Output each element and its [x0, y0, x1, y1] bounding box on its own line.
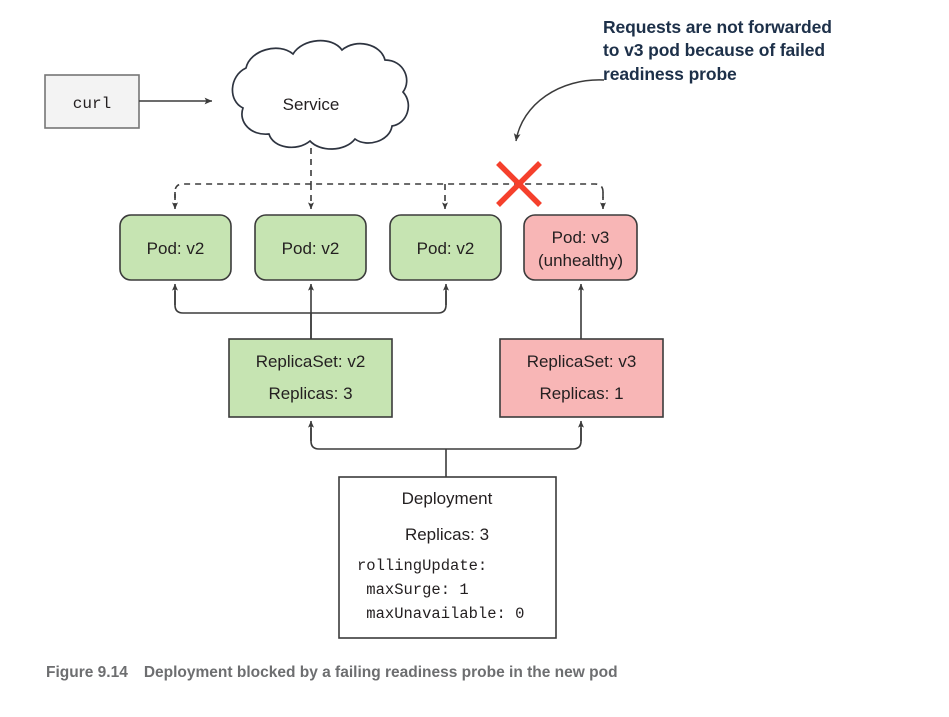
deployment-node: Deployment Replicas: 3 rollingUpdate: ma… [338, 476, 557, 639]
pod-label-3: Pod: v2 [417, 239, 475, 258]
pod-status-4: (unhealthy) [538, 251, 623, 270]
replicaset-replicas-v3: Replicas: 1 [539, 384, 623, 403]
deployment-spec-line-1: rollingUpdate: [357, 557, 487, 575]
replicaset-replicas-v2: Replicas: 3 [268, 384, 352, 403]
curl-label: curl [73, 95, 111, 113]
architecture-diagram: curl Service Pod: v2 Pod: v2 Pod: v2 Pod… [44, 39, 664, 639]
curl-client-node: curl [44, 74, 140, 129]
figure-caption-text: Deployment blocked by a failing readines… [143, 664, 618, 681]
edge-deployment-fanout-bus [310, 428, 582, 450]
figure-caption: Figure 9.14 Deployment blocked by a faili… [46, 664, 618, 682]
pod-label-4: Pod: v3 [552, 228, 610, 247]
deployment-spec-line-3: maxUnavailable: 0 [357, 605, 524, 623]
annotation-line-2: to v3 pod because of failed [603, 40, 825, 61]
figure-container: curl Service Pod: v2 Pod: v2 Pod: v2 Pod… [0, 0, 949, 717]
dashed-routing-bus [174, 183, 604, 200]
replicaset-box-v3 [499, 338, 664, 418]
annotation-callout-arrow [513, 79, 605, 142]
pod-label-2: Pod: v2 [282, 239, 340, 258]
service-label: Service [283, 95, 340, 114]
deployment-title: Deployment [402, 489, 493, 508]
pod-label-1: Pod: v2 [147, 239, 205, 258]
pod-node-3: Pod: v2 [389, 214, 502, 281]
deployment-replicas: Replicas: 3 [405, 525, 489, 544]
pod-node-4-unhealthy: Pod: v3 (unhealthy) [523, 214, 638, 281]
annotation-line-3: readiness probe [603, 63, 737, 84]
annotation-line-1: Requests are not forwarded [603, 17, 832, 37]
replicaset-node-v2: ReplicaSet: v2 Replicas: 3 [228, 338, 393, 418]
annotation-callout: Requests are not forwarded to v3 pod bec… [603, 16, 933, 86]
pod-node-2: Pod: v2 [254, 214, 367, 281]
replicaset-title-v2: ReplicaSet: v2 [256, 352, 366, 371]
figure-caption-label: Figure 9.14 [46, 664, 128, 681]
service-cloud-node: Service [231, 39, 410, 150]
replicaset-box-v2 [228, 338, 393, 418]
pod-box-4 [523, 214, 638, 281]
deployment-spec-line-2: maxSurge: 1 [357, 581, 469, 599]
pod-node-1: Pod: v2 [119, 214, 232, 281]
replicaset-node-v3: ReplicaSet: v3 Replicas: 1 [499, 338, 664, 418]
replicaset-title-v3: ReplicaSet: v3 [527, 352, 637, 371]
